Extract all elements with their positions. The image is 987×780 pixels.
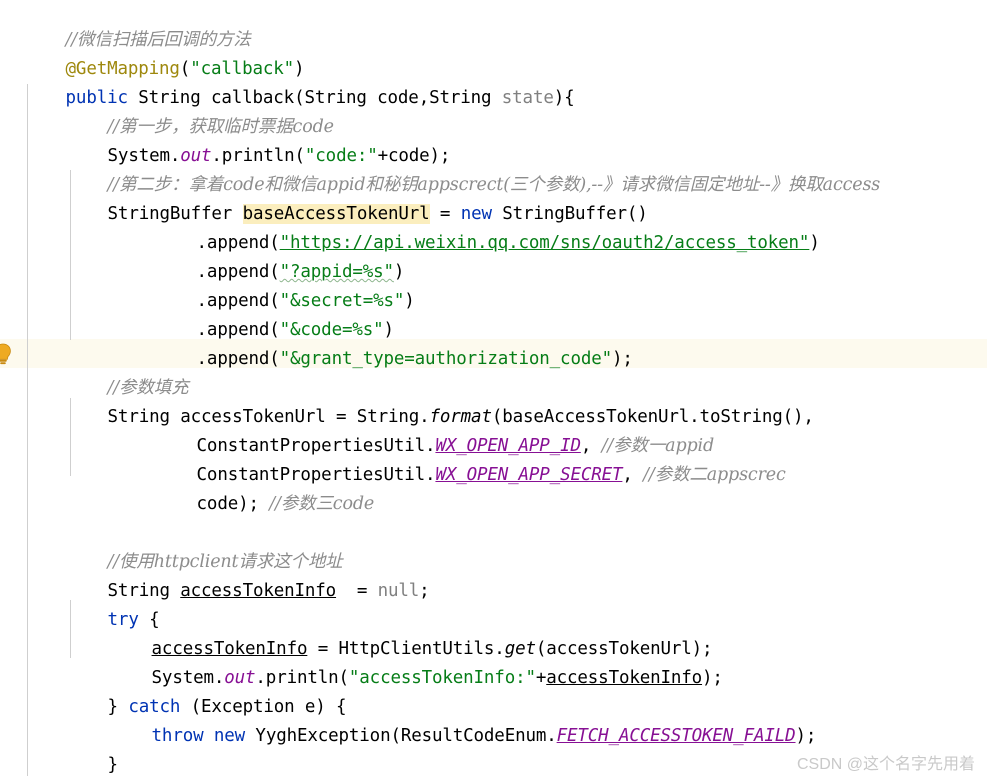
code-line[interactable]: //第一步，获取临时票据code [0,84,987,137]
code-line[interactable]: } catch (Exception e) { [0,664,987,717]
code-line[interactable]: } [0,722,987,775]
code-line[interactable]: StringBuffer baseAccessTokenUrl = new St… [0,171,987,224]
code-line[interactable]: ConstantPropertiesUtil.WX_OPEN_APP_SECRE… [0,432,987,485]
code-line[interactable]: .append("&code=%s") [0,287,987,340]
code-line[interactable]: //使用httpclient请求这个地址 [0,519,987,572]
code-line[interactable]: .append("https://api.weixin.qq.com/sns/o… [0,200,987,253]
code-line-blank[interactable] [0,490,987,519]
code-line[interactable]: //第二步：拿着code和微信appid和秘钥appscrect(三个参数),-… [0,142,987,195]
csdn-watermark: CSDN @这个名字先用着 [796,756,975,773]
code-editor[interactable]: //微信扫描后回调的方法 @GetMapping("callback") pub… [0,0,987,780]
code-line[interactable]: code); //参数三code [0,461,987,514]
code-line[interactable]: throw new YyghException(ResultCodeEnum.F… [0,693,987,746]
code-line[interactable]: System.out.println("accessTokenInfo:"+ac… [0,635,987,688]
code-line[interactable]: accessTokenInfo = HttpClientUtils.get(ac… [0,606,987,659]
lightbulb-icon[interactable] [0,343,13,369]
code-line-active[interactable]: //参数填充 [0,345,987,398]
code-line[interactable]: .append("?appid=%s") [0,229,987,282]
code-line[interactable]: @GetMapping("callback") [0,26,987,79]
code-line[interactable]: .append("&grant_type=authorization_code"… [0,316,987,369]
code-line[interactable]: try { [0,577,987,630]
code-line[interactable]: public String callback(String code,Strin… [0,55,987,108]
code-line[interactable]: String accessTokenUrl = String.format(ba… [0,374,987,427]
code-line[interactable]: .append("&secret=%s") [0,258,987,311]
code-line[interactable]: String accessTokenInfo = null; [0,548,987,601]
code-line[interactable]: System.out.println("code:"+code); [0,113,987,166]
code-line[interactable]: //微信扫描后回调的方法 [0,0,987,50]
code-line[interactable]: ConstantPropertiesUtil.WX_OPEN_APP_ID, /… [0,403,987,456]
